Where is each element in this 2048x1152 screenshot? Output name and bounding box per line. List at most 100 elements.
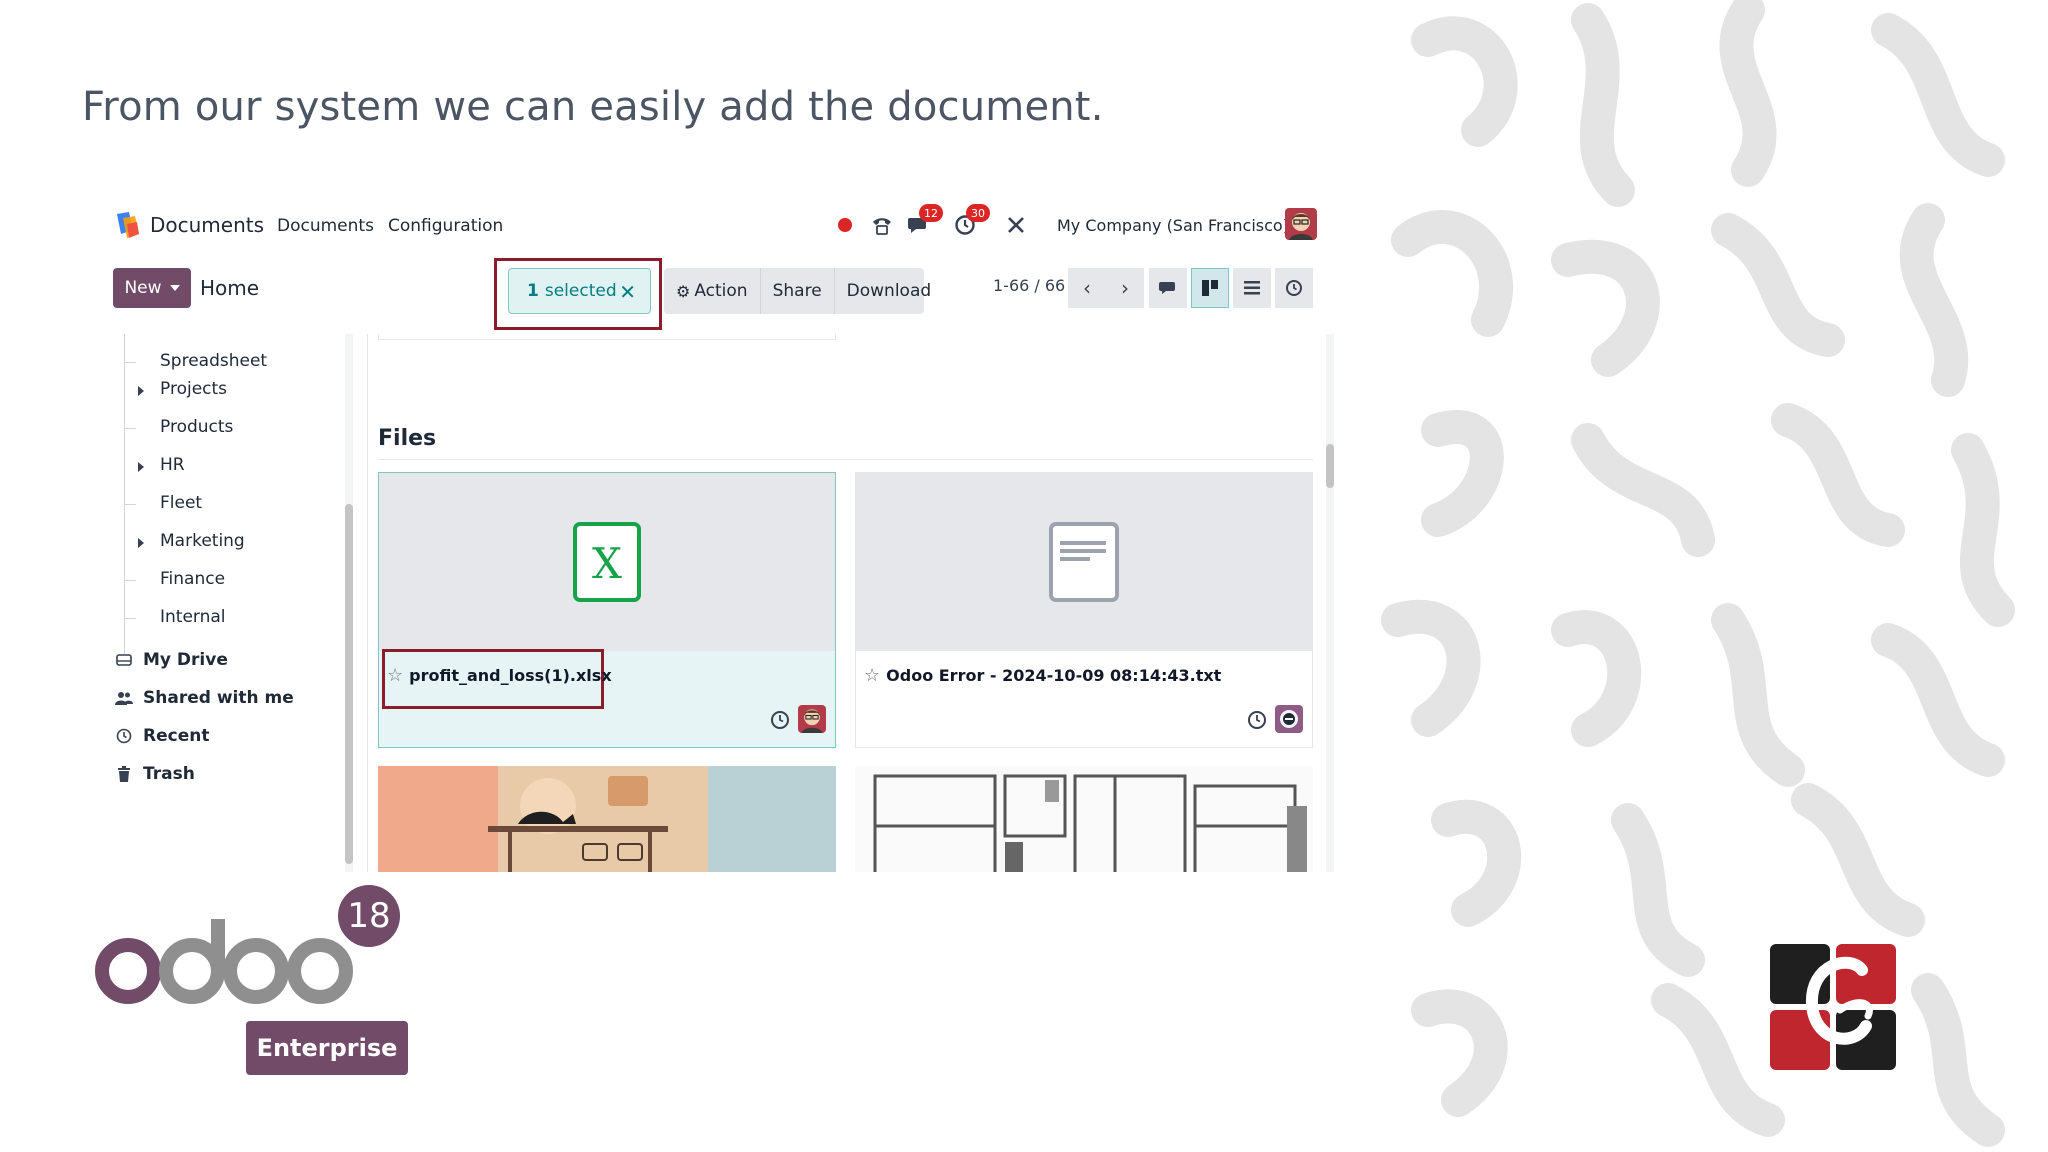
clear-selection-icon[interactable]: ✕ (619, 280, 636, 304)
caret-right-icon[interactable] (138, 462, 144, 472)
top-navbar: Documents Documents Configuration 12 30 … (105, 196, 1340, 256)
slide-title: From our system we can easily add the do… (82, 84, 1104, 130)
sidebar-label: Trash (143, 764, 195, 784)
hdd-icon (115, 651, 133, 669)
folder-projects[interactable]: Projects (160, 379, 227, 399)
selection-count: 1 (527, 281, 539, 301)
trash-icon (115, 765, 133, 783)
caret-right-icon[interactable] (138, 538, 144, 548)
decorative-pattern (1368, 0, 2048, 1152)
folder-marketing[interactable]: Marketing (160, 531, 245, 551)
folder-sidebar: Spreadsheet Projects Products HR Fleet M… (105, 334, 355, 872)
record-icon[interactable] (830, 210, 860, 240)
activity-clock-icon[interactable] (769, 709, 791, 731)
chevron-down-icon (169, 285, 180, 291)
phone-icon[interactable] (867, 210, 897, 240)
folder-finance[interactable]: Finance (160, 569, 225, 589)
activity-view-icon[interactable] (1275, 268, 1313, 308)
new-button[interactable]: New (113, 268, 191, 308)
tree-connector (124, 504, 136, 505)
owner-avatar[interactable] (798, 705, 826, 733)
new-button-label: New (124, 278, 162, 298)
sidebar-label: Recent (143, 726, 210, 746)
document-card-selected[interactable]: X ☆ profit_and_loss(1).xlsx (378, 472, 836, 748)
owner-avatar[interactable] (1275, 705, 1303, 733)
document-card[interactable]: ☆ Odoo Error - 2024-10-09 08:14:43.txt (855, 472, 1313, 748)
messages-icon[interactable]: 12 (903, 204, 943, 240)
partner-logo (1770, 944, 1896, 1070)
star-icon[interactable]: ☆ (387, 665, 403, 686)
divider (378, 459, 1313, 460)
sidebar-recent[interactable]: Recent (115, 726, 209, 746)
tree-connector (124, 362, 136, 363)
breadcrumb: Home (200, 276, 260, 300)
action-label: Action (694, 281, 748, 301)
svg-text:X: X (592, 539, 622, 588)
folder-internal[interactable]: Internal (160, 607, 226, 627)
company-switcher[interactable]: My Company (San Francisco) (1057, 216, 1289, 235)
control-panel: New Home 1 selected ✕ ⚙ Action Share Dow… (105, 256, 1340, 332)
list-view-icon[interactable] (1233, 268, 1271, 308)
sidebar-label: My Drive (143, 650, 228, 670)
odoo-wordmark (95, 919, 353, 1004)
odoo-logo: 18 Enterprise (94, 885, 414, 1075)
folder-spreadsheet[interactable]: Spreadsheet (160, 351, 267, 371)
card-thumbnail (856, 473, 1312, 651)
folder-hr[interactable]: HR (160, 455, 185, 475)
file-name: ☆ Odoo Error - 2024-10-09 08:14:43.txt (864, 665, 1221, 686)
sidebar-my-drive[interactable]: My Drive (115, 650, 228, 670)
photo-thumbnail (378, 766, 836, 872)
tree-connector (124, 580, 136, 581)
caret-right-icon[interactable] (138, 386, 144, 396)
download-button[interactable]: Download (835, 268, 944, 314)
star-icon[interactable]: ☆ (864, 665, 880, 686)
edition-label: Enterprise (246, 1021, 408, 1075)
sidebar-shared-with-me[interactable]: Shared with me (115, 688, 294, 708)
activities-icon[interactable]: 30 (950, 204, 990, 240)
selection-indicator: 1 selected ✕ (508, 268, 651, 314)
section-title: Files (378, 426, 437, 451)
sidebar-scrollbar[interactable] (345, 334, 353, 872)
action-button[interactable]: ⚙ Action (664, 268, 761, 314)
tree-connector (124, 428, 136, 429)
documents-app-icon[interactable] (113, 210, 143, 242)
card-thumbnail: X (379, 473, 835, 651)
folder-fleet[interactable]: Fleet (160, 493, 202, 513)
selection-actions: ⚙ Action Share Download (664, 268, 931, 314)
floorplan-thumbnail (855, 766, 1313, 872)
pager-next-icon[interactable]: › (1106, 268, 1144, 308)
sidebar-trash[interactable]: Trash (115, 764, 195, 784)
scrollbar-thumb[interactable] (1326, 444, 1334, 488)
user-avatar[interactable] (1285, 208, 1317, 240)
menu-configuration[interactable]: Configuration (388, 216, 503, 236)
pager-previous-icon[interactable]: ‹ (1068, 268, 1106, 308)
file-name-label: profit_and_loss(1).xlsx (409, 666, 612, 685)
text-file-icon (1049, 522, 1119, 602)
previous-card-edge (378, 334, 836, 340)
activity-clock-icon[interactable] (1246, 709, 1268, 731)
activities-badge: 30 (966, 204, 990, 222)
clock-icon (115, 727, 133, 745)
odoo-documents-app: Documents Documents Configuration 12 30 … (105, 196, 1340, 872)
content-scrollbar[interactable] (1326, 334, 1334, 872)
debug-tools-icon[interactable] (1001, 210, 1031, 240)
scrollbar-thumb[interactable] (345, 504, 353, 864)
gear-icon: ⚙ (676, 281, 691, 301)
image-preview-card[interactable] (378, 766, 836, 872)
menu-documents[interactable]: Documents (277, 216, 374, 236)
folder-products[interactable]: Products (160, 417, 233, 437)
pager-value[interactable]: 1-66 / 66 (993, 276, 1065, 295)
file-name: ☆ profit_and_loss(1).xlsx (387, 665, 612, 686)
floorplan-preview-card[interactable] (855, 766, 1313, 872)
chatter-toggle-icon[interactable] (1149, 268, 1187, 308)
messages-badge: 12 (919, 204, 943, 222)
app-name[interactable]: Documents (150, 213, 264, 237)
spreadsheet-icon: X (573, 522, 641, 602)
kanban-view-icon[interactable] (1191, 268, 1229, 308)
documents-kanban: Files X ☆ profit_and_loss(1).xlsx ☆ Odoo… (367, 334, 1335, 872)
share-button[interactable]: Share (761, 268, 835, 314)
file-name-label: Odoo Error - 2024-10-09 08:14:43.txt (886, 666, 1222, 685)
version-badge: 18 (338, 885, 400, 947)
users-icon (115, 689, 133, 707)
sidebar-label: Shared with me (143, 688, 294, 708)
